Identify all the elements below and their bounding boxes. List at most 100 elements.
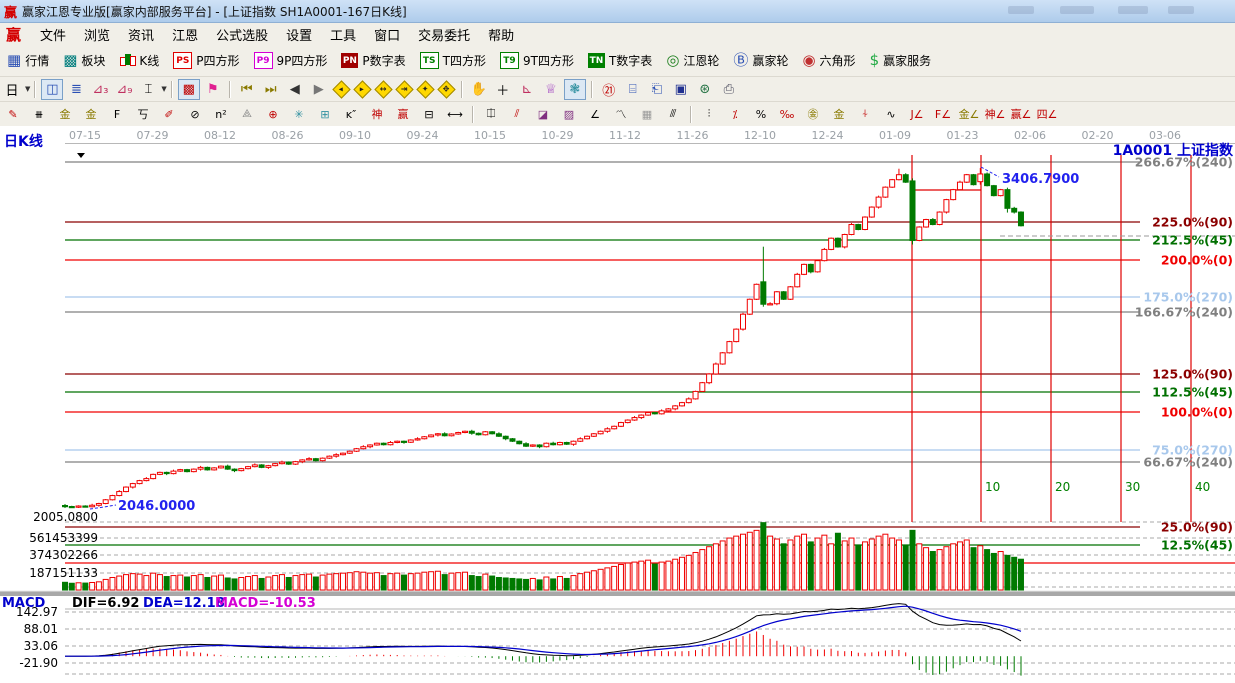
price-count-tool[interactable]: ⫶ — [697, 104, 721, 125]
grid123-tool[interactable]: ⊟ — [417, 104, 441, 125]
crown-button[interactable]: ♕ — [540, 79, 562, 100]
t-table-button[interactable]: TNT数字表 — [582, 49, 658, 72]
quotes-button[interactable]: ▦行情 — [1, 49, 55, 72]
sectors-button[interactable]: ▩板块 — [57, 49, 111, 72]
period-day-button-caret[interactable]: ▼ — [25, 85, 30, 93]
gold-line-tool[interactable]: 金 — [827, 104, 851, 125]
calendar-button[interactable]: ㉑ — [598, 79, 620, 100]
k-note-tool[interactable]: ĸ″ — [339, 104, 363, 125]
chart9-button[interactable]: ⊿₉ — [113, 79, 135, 100]
coil-tool[interactable]: 丂 — [131, 104, 155, 125]
pane-splitter[interactable] — [0, 591, 1235, 596]
chart3-button[interactable]: ⊿₃ — [89, 79, 111, 100]
t-square-button[interactable]: TST四方形 — [414, 49, 492, 72]
winner-wheel-button[interactable]: Ⓑ赢家轮 — [727, 49, 794, 72]
n2-tool[interactable]: n² — [209, 104, 233, 125]
analysis-flag-button[interactable]: ⚑ — [202, 79, 224, 100]
shen-angle-tool[interactable]: 神∠ — [983, 104, 1007, 125]
f-angle-tool[interactable]: F∠ — [931, 104, 955, 125]
menu-item-7[interactable]: 窗口 — [365, 23, 409, 46]
box-tool[interactable]: ⎅ — [479, 104, 503, 125]
p-square-button[interactable]: PSP四方形 — [167, 49, 245, 72]
crosshair-button[interactable]: ＋ — [492, 79, 514, 100]
p-table-button[interactable]: PNP数字表 — [335, 49, 411, 72]
ying-angle-tool[interactable]: 赢∠ — [1009, 104, 1033, 125]
zoom-right-diamond[interactable]: ▸ — [353, 80, 371, 98]
menu-item-4[interactable]: 公式选股 — [207, 23, 277, 46]
candle-pen-tool[interactable]: ⍭ — [853, 104, 877, 125]
span-arrow-tool[interactable]: ⟷ — [443, 104, 467, 125]
hand-button[interactable]: ✋ — [468, 79, 490, 100]
parallel-tool[interactable]: ⫻ — [661, 104, 685, 125]
reset-view-diamond[interactable]: ✥ — [437, 80, 455, 98]
next-button[interactable]: ▶ — [308, 79, 330, 100]
compass-tool[interactable]: ⊘ — [183, 104, 207, 125]
volume-bar — [971, 548, 976, 590]
menu-item-5[interactable]: 设置 — [277, 23, 321, 46]
gold-scale-b-tool[interactable]: 金 — [79, 104, 103, 125]
compress-h-diamond[interactable]: ⇥ — [395, 80, 413, 98]
zoom-left-diamond[interactable]: ◂ — [332, 80, 350, 98]
candle-style-button-caret[interactable]: ▼ — [161, 85, 166, 93]
gann-wheel-button[interactable]: ◎江恩轮 — [660, 49, 725, 72]
circle-cross-tool[interactable]: ⊕ — [261, 104, 285, 125]
report-button[interactable]: ≣ — [65, 79, 87, 100]
chart-area[interactable]: 日K线 1A0001 上证指数 3406.7900 2046.0000 2005… — [0, 126, 1235, 679]
grid-a-tool[interactable]: ▦ — [635, 104, 659, 125]
menu-item-6[interactable]: 工具 — [321, 23, 365, 46]
gann-grid-button[interactable]: ▩ — [178, 79, 200, 100]
percent7-tool[interactable]: ⁒ — [723, 104, 747, 125]
gold-circle-tool[interactable]: ㊎ — [801, 104, 825, 125]
menu-item-8[interactable]: 交易委托 — [409, 23, 479, 46]
pen-tool[interactable]: ✎ — [1, 104, 25, 125]
menu-item-1[interactable]: 浏览 — [75, 23, 119, 46]
menu-item-3[interactable]: 江恩 — [163, 23, 207, 46]
marker-tool[interactable]: ✐ — [157, 104, 181, 125]
save-button[interactable]: ▣ — [670, 79, 692, 100]
gold-scale-a-tool[interactable]: 金 — [53, 104, 77, 125]
brain-button[interactable]: ❃ — [564, 79, 586, 100]
web-quote-button[interactable]: ⊛ — [694, 79, 716, 100]
fan-tool[interactable]: ⫽ — [505, 104, 529, 125]
grid-target-tool[interactable]: ⊞ — [313, 104, 337, 125]
grid-box-tool[interactable]: ▨ — [557, 104, 581, 125]
angle-measure-button[interactable]: ⊾ — [516, 79, 538, 100]
menu-item-0[interactable]: 文件 — [31, 23, 75, 46]
period-day-button[interactable]: 日 — [1, 79, 23, 100]
ying-tool[interactable]: 赢 — [391, 104, 415, 125]
window-layout-button[interactable]: ◫ — [41, 79, 63, 100]
notes-button[interactable]: ⎗ — [646, 79, 668, 100]
f-scale-tool[interactable]: F — [105, 104, 129, 125]
j-angle-tool[interactable]: J∠ — [905, 104, 929, 125]
print-button[interactable]: ⎙ — [718, 79, 740, 100]
kline-button[interactable]: K线 — [113, 49, 165, 72]
winner-service-button[interactable]: $赢家服务 — [864, 49, 938, 72]
angle-ruler-tool[interactable]: ⟁ — [235, 104, 259, 125]
fan-box-tool[interactable]: ◪ — [531, 104, 555, 125]
skip-first-button[interactable]: ⏮ — [236, 79, 258, 100]
t-table-icon: TN — [588, 53, 605, 68]
percent-line-tool[interactable]: ‰ — [775, 104, 799, 125]
si-angle-tool[interactable]: 四∠ — [1035, 104, 1059, 125]
expand-all-diamond[interactable]: ✦ — [416, 80, 434, 98]
wave-tool[interactable]: ∿ — [879, 104, 903, 125]
9t-square-button[interactable]: T99T四方形 — [494, 49, 580, 72]
shen-tool[interactable]: 神 — [365, 104, 389, 125]
prev-button[interactable]: ◀ — [284, 79, 306, 100]
star-grid-tool[interactable]: ✳ — [287, 104, 311, 125]
menu-item-2[interactable]: 资讯 — [119, 23, 163, 46]
ruler-tool[interactable]: ⧻ — [27, 104, 51, 125]
gold-angle-tool[interactable]: 金∠ — [957, 104, 981, 125]
zigzag-tool[interactable]: 〽 — [609, 104, 633, 125]
9t-square-label: 9T四方形 — [523, 52, 574, 69]
candle-style-button[interactable]: ⌶ — [137, 79, 159, 100]
angle-lines-tool[interactable]: ∠ — [583, 104, 607, 125]
skip-last-button[interactable]: ⏭ — [260, 79, 282, 100]
percent-tool[interactable]: % — [749, 104, 773, 125]
9p-square-button[interactable]: P99P四方形 — [248, 49, 334, 72]
menu-item-9[interactable]: 帮助 — [479, 23, 523, 46]
expand-h-diamond[interactable]: ↔ — [374, 80, 392, 98]
volume-bar — [991, 553, 996, 590]
calculator-button[interactable]: ⌸ — [622, 79, 644, 100]
hexagon-button[interactable]: ◉六角形 — [796, 49, 861, 72]
